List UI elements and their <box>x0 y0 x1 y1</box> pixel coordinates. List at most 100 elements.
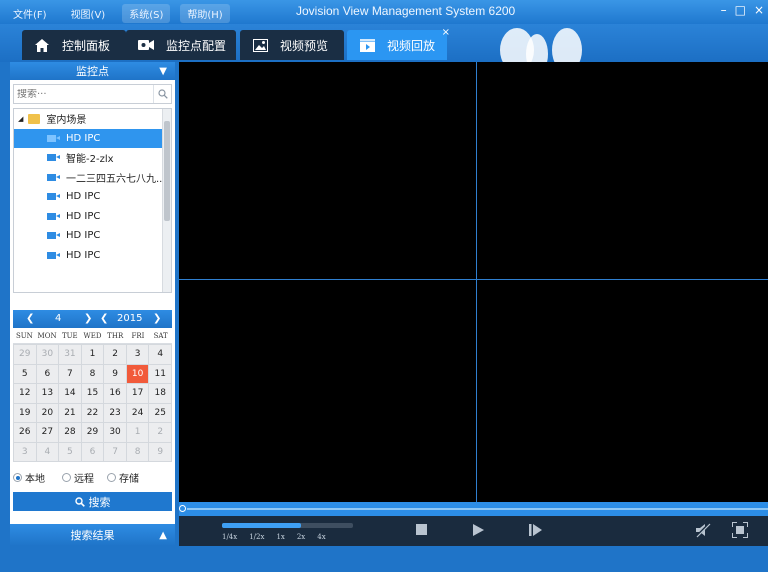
next-year-icon[interactable]: ❯ <box>153 313 161 324</box>
calendar-day[interactable]: 16 <box>104 384 126 403</box>
calendar-day[interactable]: 19 <box>14 403 36 422</box>
video-grid[interactable] <box>179 62 768 502</box>
speed-label[interactable]: 2x <box>297 533 305 541</box>
calendar-day[interactable]: 8 <box>126 442 149 461</box>
calendar-day[interactable]: 12 <box>14 384 36 403</box>
tree-item[interactable]: 智能-2-zlx <box>14 148 171 168</box>
search-icon[interactable] <box>153 85 171 103</box>
calendar-day[interactable]: 13 <box>36 384 59 403</box>
step-forward-icon <box>529 524 542 536</box>
close-tab-icon[interactable]: × <box>442 27 450 38</box>
prev-month-icon[interactable]: ❮ <box>26 313 34 324</box>
calendar-day[interactable]: 18 <box>149 384 171 403</box>
calendar-day[interactable]: 26 <box>14 423 36 442</box>
monitor-panel-header[interactable]: 监控点 ▼ <box>10 62 175 80</box>
calendar-day[interactable]: 7 <box>104 442 126 461</box>
play-button[interactable] <box>473 524 484 536</box>
calendar-day[interactable]: 1 <box>126 423 149 442</box>
calendar-day[interactable]: 10 <box>126 364 149 383</box>
tab-video-playback[interactable]: 视频回放 × <box>347 27 450 60</box>
calendar-day[interactable]: 29 <box>14 345 36 364</box>
calendar-day[interactable]: 22 <box>81 403 104 422</box>
maximize-button[interactable]: □ <box>735 3 746 17</box>
calendar: ❮ 4 ❯ ❮ 2015 ❯ SUN MON TUE WED THR FRI S… <box>13 310 172 462</box>
calendar-day[interactable]: 6 <box>81 442 104 461</box>
calendar-day[interactable]: 8 <box>81 364 104 383</box>
playback-timeline[interactable] <box>179 502 768 516</box>
tree-item[interactable]: HD IPC <box>14 187 171 207</box>
search-button[interactable]: 搜索 <box>13 492 172 511</box>
radio-remote[interactable]: 远程 <box>62 470 94 485</box>
calendar-day[interactable]: 2 <box>149 423 171 442</box>
tree-item[interactable]: HD IPC <box>14 128 171 148</box>
tree-item[interactable]: 一二三四五六七八九... <box>14 168 171 188</box>
tab-video-preview[interactable]: 视频预览 <box>240 30 344 60</box>
calendar-day[interactable]: 7 <box>59 364 81 383</box>
tab-control-panel[interactable]: 控制面板 <box>22 30 126 60</box>
calendar-day[interactable]: 24 <box>126 403 149 422</box>
calendar-day[interactable]: 30 <box>36 345 59 364</box>
speed-label[interactable]: 1x <box>276 533 284 541</box>
close-button[interactable]: × <box>754 3 764 17</box>
menu-help[interactable]: 帮助(H) <box>180 4 230 23</box>
tab-monitor-config[interactable]: 监控点配置 <box>126 30 236 60</box>
chevron-up-icon[interactable]: ▲ <box>159 530 167 541</box>
calendar-day[interactable]: 9 <box>104 364 126 383</box>
tab-label: 监控点配置 <box>166 38 227 53</box>
calendar-day[interactable]: 30 <box>104 423 126 442</box>
calendar-day[interactable]: 29 <box>81 423 104 442</box>
menu-view[interactable]: 视图(V) <box>64 4 113 23</box>
calendar-day[interactable]: 21 <box>59 403 81 422</box>
mute-button[interactable] <box>695 522 711 538</box>
calendar-day[interactable]: 4 <box>149 345 171 364</box>
next-month-icon[interactable]: ❯ <box>84 313 92 324</box>
calendar-day[interactable]: 11 <box>149 364 171 383</box>
calendar-day[interactable]: 6 <box>36 364 59 383</box>
calendar-day[interactable]: 28 <box>59 423 81 442</box>
calendar-day[interactable]: 4 <box>36 442 59 461</box>
calendar-day[interactable]: 5 <box>59 442 81 461</box>
calendar-day[interactable]: 15 <box>81 384 104 403</box>
calendar-day[interactable]: 5 <box>14 364 36 383</box>
stop-button[interactable] <box>416 524 427 535</box>
chevron-down-icon[interactable]: ▼ <box>159 66 167 77</box>
search-input[interactable] <box>14 88 153 100</box>
tree-scrollbar[interactable] <box>162 109 171 292</box>
speed-label[interactable]: 1/4x <box>222 533 237 541</box>
fullscreen-button[interactable] <box>732 522 748 538</box>
speed-label[interactable]: 4x <box>317 533 325 541</box>
calendar-day[interactable]: 2 <box>104 345 126 364</box>
timeline-handle[interactable] <box>179 505 186 512</box>
speed-label[interactable]: 1/2x <box>249 533 264 541</box>
tree-item[interactable]: HD IPC <box>14 207 171 227</box>
calendar-day[interactable]: 31 <box>59 345 81 364</box>
calendar-day[interactable]: 25 <box>149 403 171 422</box>
menu-system[interactable]: 系统(S) <box>122 4 171 23</box>
scrollbar-thumb[interactable] <box>164 121 170 221</box>
calendar-day[interactable]: 14 <box>59 384 81 403</box>
calendar-day[interactable]: 3 <box>126 345 149 364</box>
speed-slider[interactable] <box>222 523 353 528</box>
calendar-day[interactable]: 20 <box>36 403 59 422</box>
calendar-day[interactable]: 17 <box>126 384 149 403</box>
step-forward-button[interactable] <box>529 524 542 536</box>
tree-item[interactable]: HD IPC <box>14 246 171 266</box>
radio-storage[interactable]: 存储 <box>107 470 139 485</box>
tree-root[interactable]: ◢ 室内场景 <box>14 109 171 129</box>
radio-dot[interactable] <box>62 473 71 482</box>
calendar-day[interactable]: 27 <box>36 423 59 442</box>
timeline-track[interactable] <box>187 508 768 510</box>
radio-dot[interactable] <box>13 473 22 482</box>
calendar-day[interactable]: 1 <box>81 345 104 364</box>
calendar-day[interactable]: 23 <box>104 403 126 422</box>
radio-dot[interactable] <box>107 473 116 482</box>
tree-item[interactable]: HD IPC <box>14 226 171 246</box>
calendar-day[interactable]: 3 <box>14 442 36 461</box>
search-results-header[interactable]: 搜索结果 ▲ <box>10 524 175 546</box>
radio-local[interactable]: 本地 <box>13 470 45 485</box>
prev-year-icon[interactable]: ❮ <box>100 313 108 324</box>
expand-arrow-icon[interactable]: ◢ <box>18 115 23 123</box>
minimize-button[interactable]: – <box>721 3 727 17</box>
calendar-day[interactable]: 9 <box>149 442 171 461</box>
menu-file[interactable]: 文件(F) <box>6 4 54 23</box>
